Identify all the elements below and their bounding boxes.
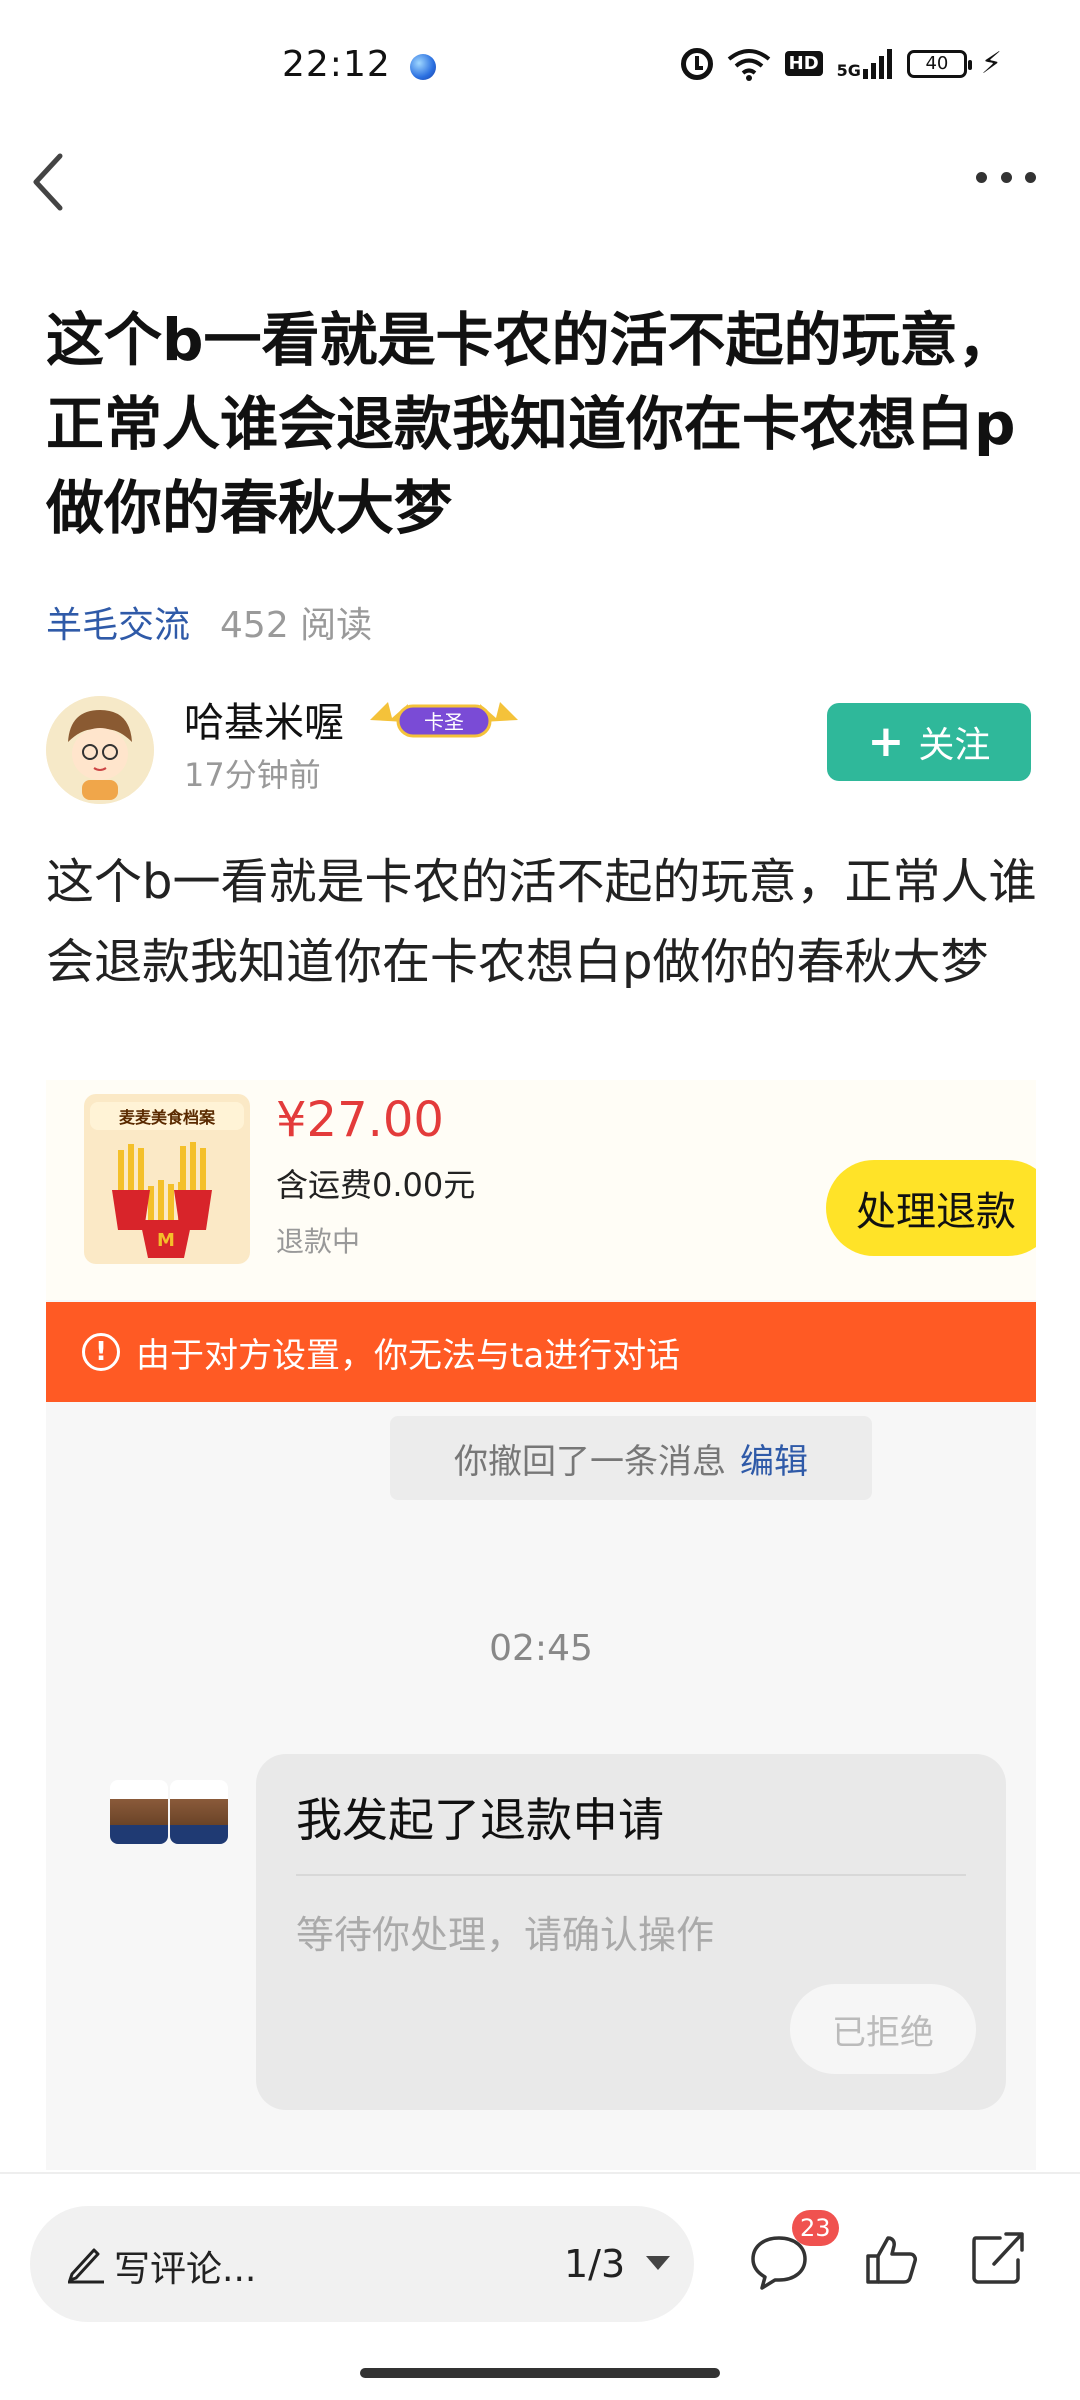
follow-label: 关注 [918, 725, 991, 766]
more-dots-icon[interactable] [976, 172, 1036, 192]
rejected-status-button: 已拒绝 [790, 1984, 976, 2074]
sender-photo [170, 1780, 228, 1844]
status-bar: 22:12 HD 5G 40 ⚡ [0, 0, 1080, 135]
thumbs-up-icon[interactable] [864, 2232, 920, 2288]
pen-icon [68, 2248, 104, 2284]
comment-placeholder: 写评论... [114, 2249, 257, 2290]
message-title: 我发起了退款申请 [296, 1793, 664, 1847]
comment-input[interactable]: 写评论... 1/3 [30, 2206, 694, 2322]
product-caption: 麦麦美食档案 [90, 1102, 244, 1130]
recall-edit-link: 编辑 [740, 1441, 808, 1482]
svg-text:M: M [157, 1230, 175, 1251]
back-chevron-icon[interactable] [30, 150, 86, 214]
share-icon[interactable] [970, 2230, 1026, 2286]
chat-timestamp: 02:45 [489, 1628, 593, 1669]
recall-text: 你撤回了一条消息 [454, 1441, 726, 1482]
charging-icon: ⚡ [980, 46, 1002, 81]
caret-down-icon[interactable] [646, 2256, 670, 2270]
status-icons: HD 5G 40 ⚡ [680, 46, 1002, 81]
product-thumbnail: 麦麦美食档案 M [84, 1094, 250, 1264]
battery-icon: 40 [906, 49, 972, 78]
process-refund-button: 处理退款 [826, 1160, 1036, 1256]
notice-text: 由于对方设置，你无法与ta进行对话 [136, 1335, 681, 1376]
author-avatar[interactable] [46, 696, 154, 804]
wifi-icon [727, 48, 770, 81]
post-body: 这个b一看就是卡农的活不起的玩意，正常人谁会退款我知道你在卡农想白p做你的春秋大… [46, 854, 1037, 990]
network-type-label: 5G [836, 60, 861, 80]
post-image[interactable]: 麦麦美食档案 M ¥27.00 含运费0.00元 退款中 处理退款 ! 由于对方… [46, 1080, 1036, 2170]
plus-icon: + [867, 716, 905, 767]
signal-bars-icon [862, 48, 892, 79]
refund-request-card: 我发起了退款申请 等待你处理，请确认操作 已拒绝 [256, 1754, 1006, 2110]
recall-notice: 你撤回了一条消息 编辑 [390, 1416, 872, 1500]
signal-icon: 5G [836, 48, 893, 80]
sender-avatar [110, 1780, 230, 1844]
comment-count-badge: 23 [792, 2210, 839, 2246]
read-count: 452 阅读 [220, 605, 373, 646]
author-name[interactable]: 哈基米喔 [184, 690, 344, 748]
topic-link[interactable]: 羊毛交流 [46, 596, 190, 648]
cartoon-face-icon [46, 696, 154, 804]
app-notification-icon [410, 54, 436, 80]
status-time: 22:12 [282, 44, 391, 85]
alarm-icon [680, 47, 713, 80]
order-card: 麦麦美食档案 M ¥27.00 含运费0.00元 退款中 处理退款 [46, 1080, 1036, 1300]
sender-photo [110, 1780, 168, 1844]
shipping-fee: 含运费0.00元 [276, 1166, 476, 1204]
rank-badge-label: 卡圣 [424, 710, 464, 734]
bottom-divider [0, 2172, 1080, 2174]
message-subtitle: 等待你处理，请确认操作 [296, 1913, 715, 1957]
post-time: 17分钟前 [184, 756, 321, 794]
post-title: 这个b一看就是卡农的活不起的玩意，正常人谁会退款我知道你在卡农想白p做你的春秋大… [46, 306, 1016, 542]
home-indicator[interactable] [360, 2368, 720, 2378]
message-divider [296, 1874, 966, 1876]
follow-button[interactable]: + 关注 [827, 703, 1031, 781]
order-price: ¥27.00 [276, 1092, 444, 1148]
page-indicator[interactable]: 1/3 [564, 2242, 625, 2286]
hd-icon: HD [784, 51, 823, 76]
warning-icon: ! [82, 1333, 120, 1371]
post-meta: 羊毛交流 452 阅读 [46, 596, 372, 648]
rank-badge-icon: 卡圣 [370, 702, 518, 738]
post-detail-page: 22:12 HD 5G 40 ⚡ 这个b一看就是卡农的活不起的玩意，正常人谁会退… [0, 0, 1080, 2400]
order-status: 退款中 [276, 1225, 361, 1258]
notice-bar: ! 由于对方设置，你无法与ta进行对话 [46, 1302, 1036, 1402]
